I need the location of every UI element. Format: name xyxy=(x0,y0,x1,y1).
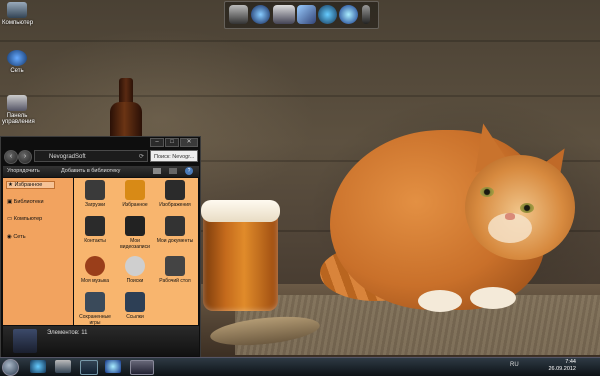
folder-item-desktop[interactable]: Рабочий стол xyxy=(156,256,194,284)
folder-label: Избранное xyxy=(122,202,148,208)
explorer-window: – □ ✕ ‹ › NevogradSoft ⟳ Поиск: Nevogr..… xyxy=(0,136,201,358)
window-controls: – □ ✕ xyxy=(150,138,198,147)
navigation-bar: ‹ › NevogradSoft ⟳ Поиск: Nevogr... xyxy=(4,149,198,165)
folder-item-videos[interactable]: Мои видеозаписи xyxy=(116,216,154,250)
start-button[interactable] xyxy=(2,359,19,376)
folder-item-pictures[interactable]: Изображения xyxy=(156,180,194,208)
nav-item-label: Сеть xyxy=(13,234,26,240)
wall-plank xyxy=(0,40,600,42)
search-input[interactable]: Поиск: Nevogr... xyxy=(150,150,198,162)
beer-glass xyxy=(201,200,280,311)
window-taskbar-icon[interactable] xyxy=(130,360,154,375)
address-text: NevogradSoft xyxy=(49,154,86,160)
nav-item-label: Компьютер xyxy=(13,216,43,222)
forward-button[interactable]: › xyxy=(18,150,32,164)
details-pane: Элементов: 11 xyxy=(3,326,199,356)
folder-item-saved-games[interactable]: Сохраненные игры xyxy=(76,292,114,326)
address-bar[interactable]: NevogradSoft ⟳ xyxy=(34,150,148,162)
beer-bottle xyxy=(110,78,142,142)
view-icon[interactable] xyxy=(153,168,161,174)
folder-label: Загрузки xyxy=(84,202,106,208)
links-icon xyxy=(125,292,145,312)
nav-item-favorites[interactable]: ★ Избранное xyxy=(6,181,56,189)
item-count: Элементов: 11 xyxy=(47,330,88,336)
contacts-icon xyxy=(85,216,105,236)
nav-item-network[interactable]: ◉ Сеть xyxy=(7,234,26,240)
desktop-icon-computer[interactable]: Компьютер xyxy=(2,2,34,26)
folder-item-downloads[interactable]: Загрузки xyxy=(76,180,114,208)
desktop-icon-network[interactable]: Сеть xyxy=(2,50,32,74)
globe-icon[interactable] xyxy=(251,5,270,24)
minimize-button[interactable]: – xyxy=(150,138,164,147)
ginger-cat xyxy=(320,95,590,325)
folder-item-searches[interactable]: Поиски xyxy=(116,256,154,284)
folder-item-links[interactable]: Ссылки xyxy=(116,292,154,320)
folder-label: Рабочий стол xyxy=(159,278,191,284)
folder-label: Мои документы xyxy=(156,238,194,244)
camera-icon xyxy=(165,180,185,200)
nav-item-libraries[interactable]: ▣ Библиотеки xyxy=(7,199,44,205)
ie-taskbar-icon[interactable] xyxy=(30,360,46,373)
desktop-icon-control-panel[interactable]: Панель управления xyxy=(2,95,35,125)
folder-item-music[interactable]: Моя музыка xyxy=(76,256,114,284)
control-panel-icon xyxy=(7,95,27,111)
search-placeholder: Поиск: Nevogr... xyxy=(154,154,195,160)
file-list: Загрузки Избранное Изображения Контакты … xyxy=(74,178,198,326)
folder-item-favorites[interactable]: Избранное xyxy=(116,180,154,208)
nav-item-label: Избранное xyxy=(14,182,43,188)
clock-date: 26.09.2012 xyxy=(548,366,576,372)
favorites-star-icon xyxy=(125,180,145,200)
close-button[interactable]: ✕ xyxy=(180,138,198,147)
help-icon[interactable]: ? xyxy=(185,167,193,175)
folder-item-contacts[interactable]: Контакты xyxy=(76,216,114,244)
downloads-icon xyxy=(85,180,105,200)
desktop-folder-icon xyxy=(165,256,185,276)
folder-label: Изображения xyxy=(159,202,191,208)
nav-item-computer[interactable]: ▭ Компьютер xyxy=(7,216,42,222)
explorer-toolbar: Упорядочить Добавить в библиотеку ? xyxy=(3,166,199,177)
documents-icon xyxy=(165,216,185,236)
user-thumbnail xyxy=(13,329,37,353)
refresh-icon[interactable]: ⟳ xyxy=(139,151,144,163)
navigation-pane: ★ Избранное ▣ Библиотеки ▭ Компьютер ◉ С… xyxy=(3,178,73,325)
music-icon xyxy=(85,256,105,276)
games-icon xyxy=(85,292,105,312)
explorer-taskbar-icon[interactable] xyxy=(55,360,71,373)
film-icon xyxy=(125,216,145,236)
folder-label: Сохраненные игры xyxy=(79,314,111,326)
monitor-taskbar-icon[interactable] xyxy=(80,360,98,375)
network-icon xyxy=(7,50,27,66)
computer-icon: ▭ xyxy=(7,216,14,222)
folder-label: Поиски xyxy=(126,278,144,284)
folder-label: Контакты xyxy=(84,238,106,244)
ie-icon[interactable] xyxy=(318,5,337,24)
maximize-button[interactable]: □ xyxy=(165,138,179,147)
magnifier-icon xyxy=(125,256,145,276)
folder-item-documents[interactable]: Мои документы xyxy=(156,216,194,244)
back-button[interactable]: ‹ xyxy=(4,150,18,164)
media-taskbar-icon[interactable] xyxy=(105,360,121,373)
folder-label: Моя музыка xyxy=(80,278,110,284)
language-indicator[interactable]: RU xyxy=(510,362,519,368)
top-dock xyxy=(224,1,379,29)
desktop-icon-label: Панель управления xyxy=(2,113,35,125)
monitor-icon[interactable] xyxy=(229,5,248,24)
usb-icon[interactable] xyxy=(362,5,370,24)
hdd-icon[interactable] xyxy=(273,5,295,24)
library-icon: ▣ xyxy=(7,199,14,205)
folder-label: Ссылки xyxy=(126,314,144,320)
desktop-icon-label: Компьютер xyxy=(2,20,34,26)
add-to-library-button[interactable]: Добавить в библиотеку xyxy=(61,166,120,177)
media-player-icon[interactable] xyxy=(339,5,358,24)
nav-item-label: Библиотеки xyxy=(13,199,44,205)
taskbar: RU 7:44 26.09.2012 xyxy=(0,357,600,376)
preview-pane-icon[interactable] xyxy=(169,168,177,174)
clock-time: 7:44 xyxy=(565,359,576,365)
desktop-icon-label: Сеть xyxy=(10,68,24,74)
computer-icon xyxy=(7,2,27,18)
mail-icon[interactable] xyxy=(297,5,316,24)
organize-button[interactable]: Упорядочить xyxy=(7,166,40,177)
folder-label: Мои видеозаписи xyxy=(120,238,150,250)
clock[interactable]: 7:44 26.09.2012 xyxy=(548,359,576,373)
